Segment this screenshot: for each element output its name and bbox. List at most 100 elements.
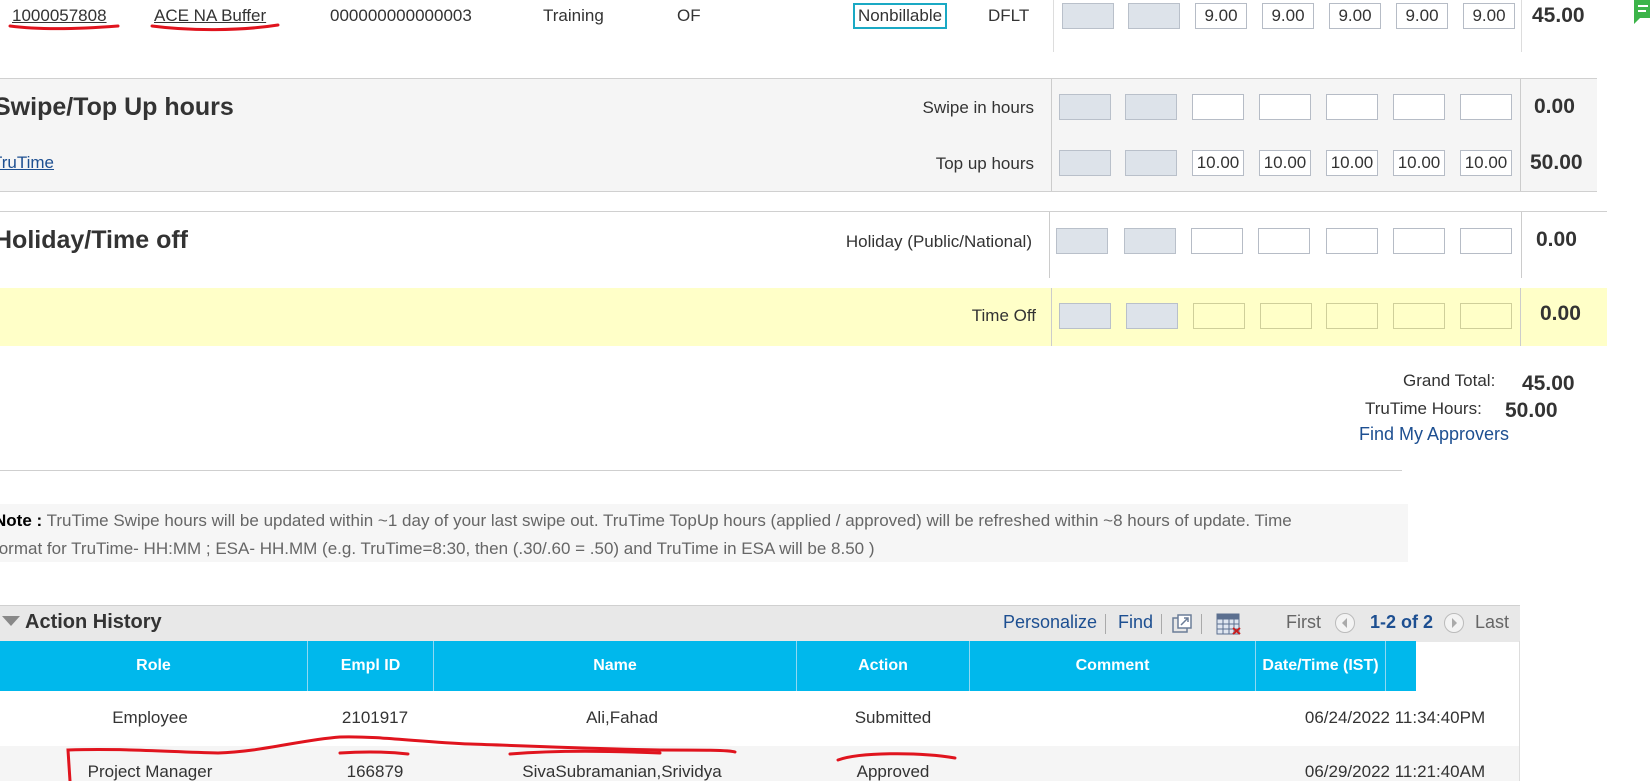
timeoff-cell[interactable] bbox=[1193, 303, 1245, 329]
holiday-cell[interactable] bbox=[1124, 228, 1176, 254]
note-label: Note : bbox=[0, 511, 43, 530]
swipe-cell[interactable] bbox=[1326, 94, 1378, 120]
grand-total-value: 45.00 bbox=[1522, 372, 1575, 395]
personalize-link[interactable]: Personalize bbox=[1003, 612, 1097, 633]
previous-icon[interactable] bbox=[1335, 613, 1355, 633]
timeoff-cell[interactable] bbox=[1059, 303, 1111, 329]
timeoff-cell[interactable] bbox=[1326, 303, 1378, 329]
note-line-1: Note : TruTime Swipe hours will be updat… bbox=[0, 511, 1292, 531]
topup-cell[interactable]: 10.00 bbox=[1192, 150, 1244, 176]
holiday-cell[interactable] bbox=[1258, 228, 1310, 254]
column-header-role[interactable]: Role bbox=[0, 641, 308, 691]
holiday-total: 0.00 bbox=[1536, 228, 1577, 251]
row-divider bbox=[1053, 0, 1054, 52]
cell-datetime: 06/24/2022 11:34:40PM bbox=[1304, 708, 1486, 727]
panel-divider bbox=[1051, 79, 1052, 191]
swipe-label: Swipe in hours bbox=[922, 98, 1034, 117]
topup-cell[interactable]: 10.00 bbox=[1259, 150, 1311, 176]
panel-divider bbox=[1520, 288, 1521, 346]
column-header-comment[interactable]: Comment bbox=[970, 641, 1256, 691]
action-history-header: Action History Personalize Find First 1-… bbox=[0, 605, 1520, 642]
find-approvers-link[interactable]: Find My Approvers bbox=[1359, 424, 1509, 445]
panel-divider bbox=[1051, 288, 1052, 346]
timeoff-cell[interactable] bbox=[1460, 303, 1512, 329]
red-underline bbox=[8, 24, 120, 31]
holiday-cell[interactable] bbox=[1326, 228, 1378, 254]
row-total: 45.00 bbox=[1532, 4, 1585, 27]
panel-divider bbox=[1520, 79, 1521, 191]
note-text-2: format for TruTime- HH:MM ; ESA- HH.MM (… bbox=[0, 539, 875, 558]
table-header: Role Empl ID Name Action Comment Date/Ti… bbox=[0, 641, 1416, 691]
panel-divider bbox=[1049, 212, 1050, 278]
swipe-cell[interactable] bbox=[1393, 94, 1445, 120]
trutime-link[interactable]: TruTime bbox=[0, 153, 54, 173]
holiday-cell[interactable] bbox=[1460, 228, 1512, 254]
hours-cell[interactable]: 9.00 bbox=[1262, 3, 1314, 29]
swipe-total: 0.00 bbox=[1534, 95, 1575, 118]
swipe-cell[interactable] bbox=[1192, 94, 1244, 120]
hours-cell[interactable]: 9.00 bbox=[1396, 3, 1448, 29]
column-header-datetime[interactable]: Date/Time (IST) bbox=[1256, 641, 1386, 691]
panel-divider bbox=[1521, 212, 1522, 278]
topup-total: 50.00 bbox=[1530, 151, 1583, 174]
table-row: Project Manager 166879 SivaSubramanian,S… bbox=[0, 746, 1519, 781]
cell-role: Project Manager bbox=[87, 762, 213, 781]
first-label[interactable]: First bbox=[1286, 612, 1321, 633]
note-box: Note : TruTime Swipe hours will be updat… bbox=[0, 504, 1408, 562]
topup-cell[interactable] bbox=[1059, 150, 1111, 176]
timeoff-cell[interactable] bbox=[1393, 303, 1445, 329]
last-label[interactable]: Last bbox=[1475, 612, 1509, 633]
cell-empl-id: 2101917 bbox=[341, 708, 409, 727]
project-name[interactable]: ACE NA Buffer bbox=[154, 6, 266, 26]
trutime-hours-label: TruTime Hours: bbox=[1365, 399, 1482, 418]
timeoff-label: Time Off bbox=[971, 306, 1036, 325]
section-divider bbox=[0, 470, 1402, 471]
hours-cell[interactable]: 9.00 bbox=[1195, 3, 1247, 29]
chat-icon[interactable] bbox=[1630, 0, 1650, 33]
column-header-empl-id[interactable]: Empl ID bbox=[308, 641, 434, 691]
hours-cell[interactable]: 9.00 bbox=[1463, 3, 1515, 29]
topup-cell[interactable]: 10.00 bbox=[1460, 150, 1512, 176]
toolbar-separator bbox=[1161, 614, 1162, 634]
next-icon[interactable] bbox=[1444, 613, 1464, 633]
collapse-icon[interactable] bbox=[2, 616, 20, 626]
project-id[interactable]: 1000057808 bbox=[12, 6, 107, 26]
column-header-action[interactable]: Action bbox=[797, 641, 970, 691]
topup-cell[interactable]: 10.00 bbox=[1326, 150, 1378, 176]
hours-cell[interactable] bbox=[1062, 3, 1114, 29]
swipe-cell[interactable] bbox=[1125, 94, 1177, 120]
activity-type: Training bbox=[543, 6, 604, 25]
grand-total-label: Grand Total: bbox=[1403, 371, 1496, 390]
cell-action: Submitted bbox=[854, 708, 932, 727]
billing-field[interactable]: Nonbillable bbox=[853, 3, 947, 29]
swipe-cell[interactable] bbox=[1460, 94, 1512, 120]
holiday-cell[interactable] bbox=[1056, 228, 1108, 254]
activity-id: 000000000000003 bbox=[330, 6, 472, 25]
toolbar-separator bbox=[1105, 614, 1106, 634]
holiday-cell[interactable] bbox=[1191, 228, 1243, 254]
timeoff-cell[interactable] bbox=[1260, 303, 1312, 329]
cell-datetime: 06/29/2022 11:21:40AM bbox=[1304, 762, 1486, 781]
page-range: 1-2 of 2 bbox=[1370, 612, 1434, 632]
dflt-code: DFLT bbox=[988, 6, 1030, 25]
swipe-cell[interactable] bbox=[1259, 94, 1311, 120]
find-link[interactable]: Find bbox=[1118, 612, 1153, 633]
cell-action: Approved bbox=[856, 762, 930, 781]
hours-cell[interactable]: 9.00 bbox=[1329, 3, 1381, 29]
cell-role: Employee bbox=[112, 708, 188, 727]
topup-cell[interactable]: 10.00 bbox=[1393, 150, 1445, 176]
swipe-cell[interactable] bbox=[1059, 94, 1111, 120]
topup-cell[interactable] bbox=[1125, 150, 1177, 176]
cell-empl-id: 166879 bbox=[346, 762, 404, 781]
holiday-cell[interactable] bbox=[1393, 228, 1445, 254]
column-header-name[interactable]: Name bbox=[434, 641, 797, 691]
view-all-icon[interactable] bbox=[1171, 613, 1193, 640]
topup-label: Top up hours bbox=[935, 154, 1034, 173]
trutime-hours-value: 50.00 bbox=[1505, 399, 1558, 422]
timeoff-cell[interactable] bbox=[1126, 303, 1178, 329]
download-grid-icon[interactable] bbox=[1216, 612, 1242, 641]
activity-code: OF bbox=[677, 6, 701, 25]
action-history-title: Action History bbox=[25, 611, 162, 633]
hours-cell[interactable] bbox=[1128, 3, 1180, 29]
cell-name: Ali,Fahad bbox=[586, 708, 658, 727]
